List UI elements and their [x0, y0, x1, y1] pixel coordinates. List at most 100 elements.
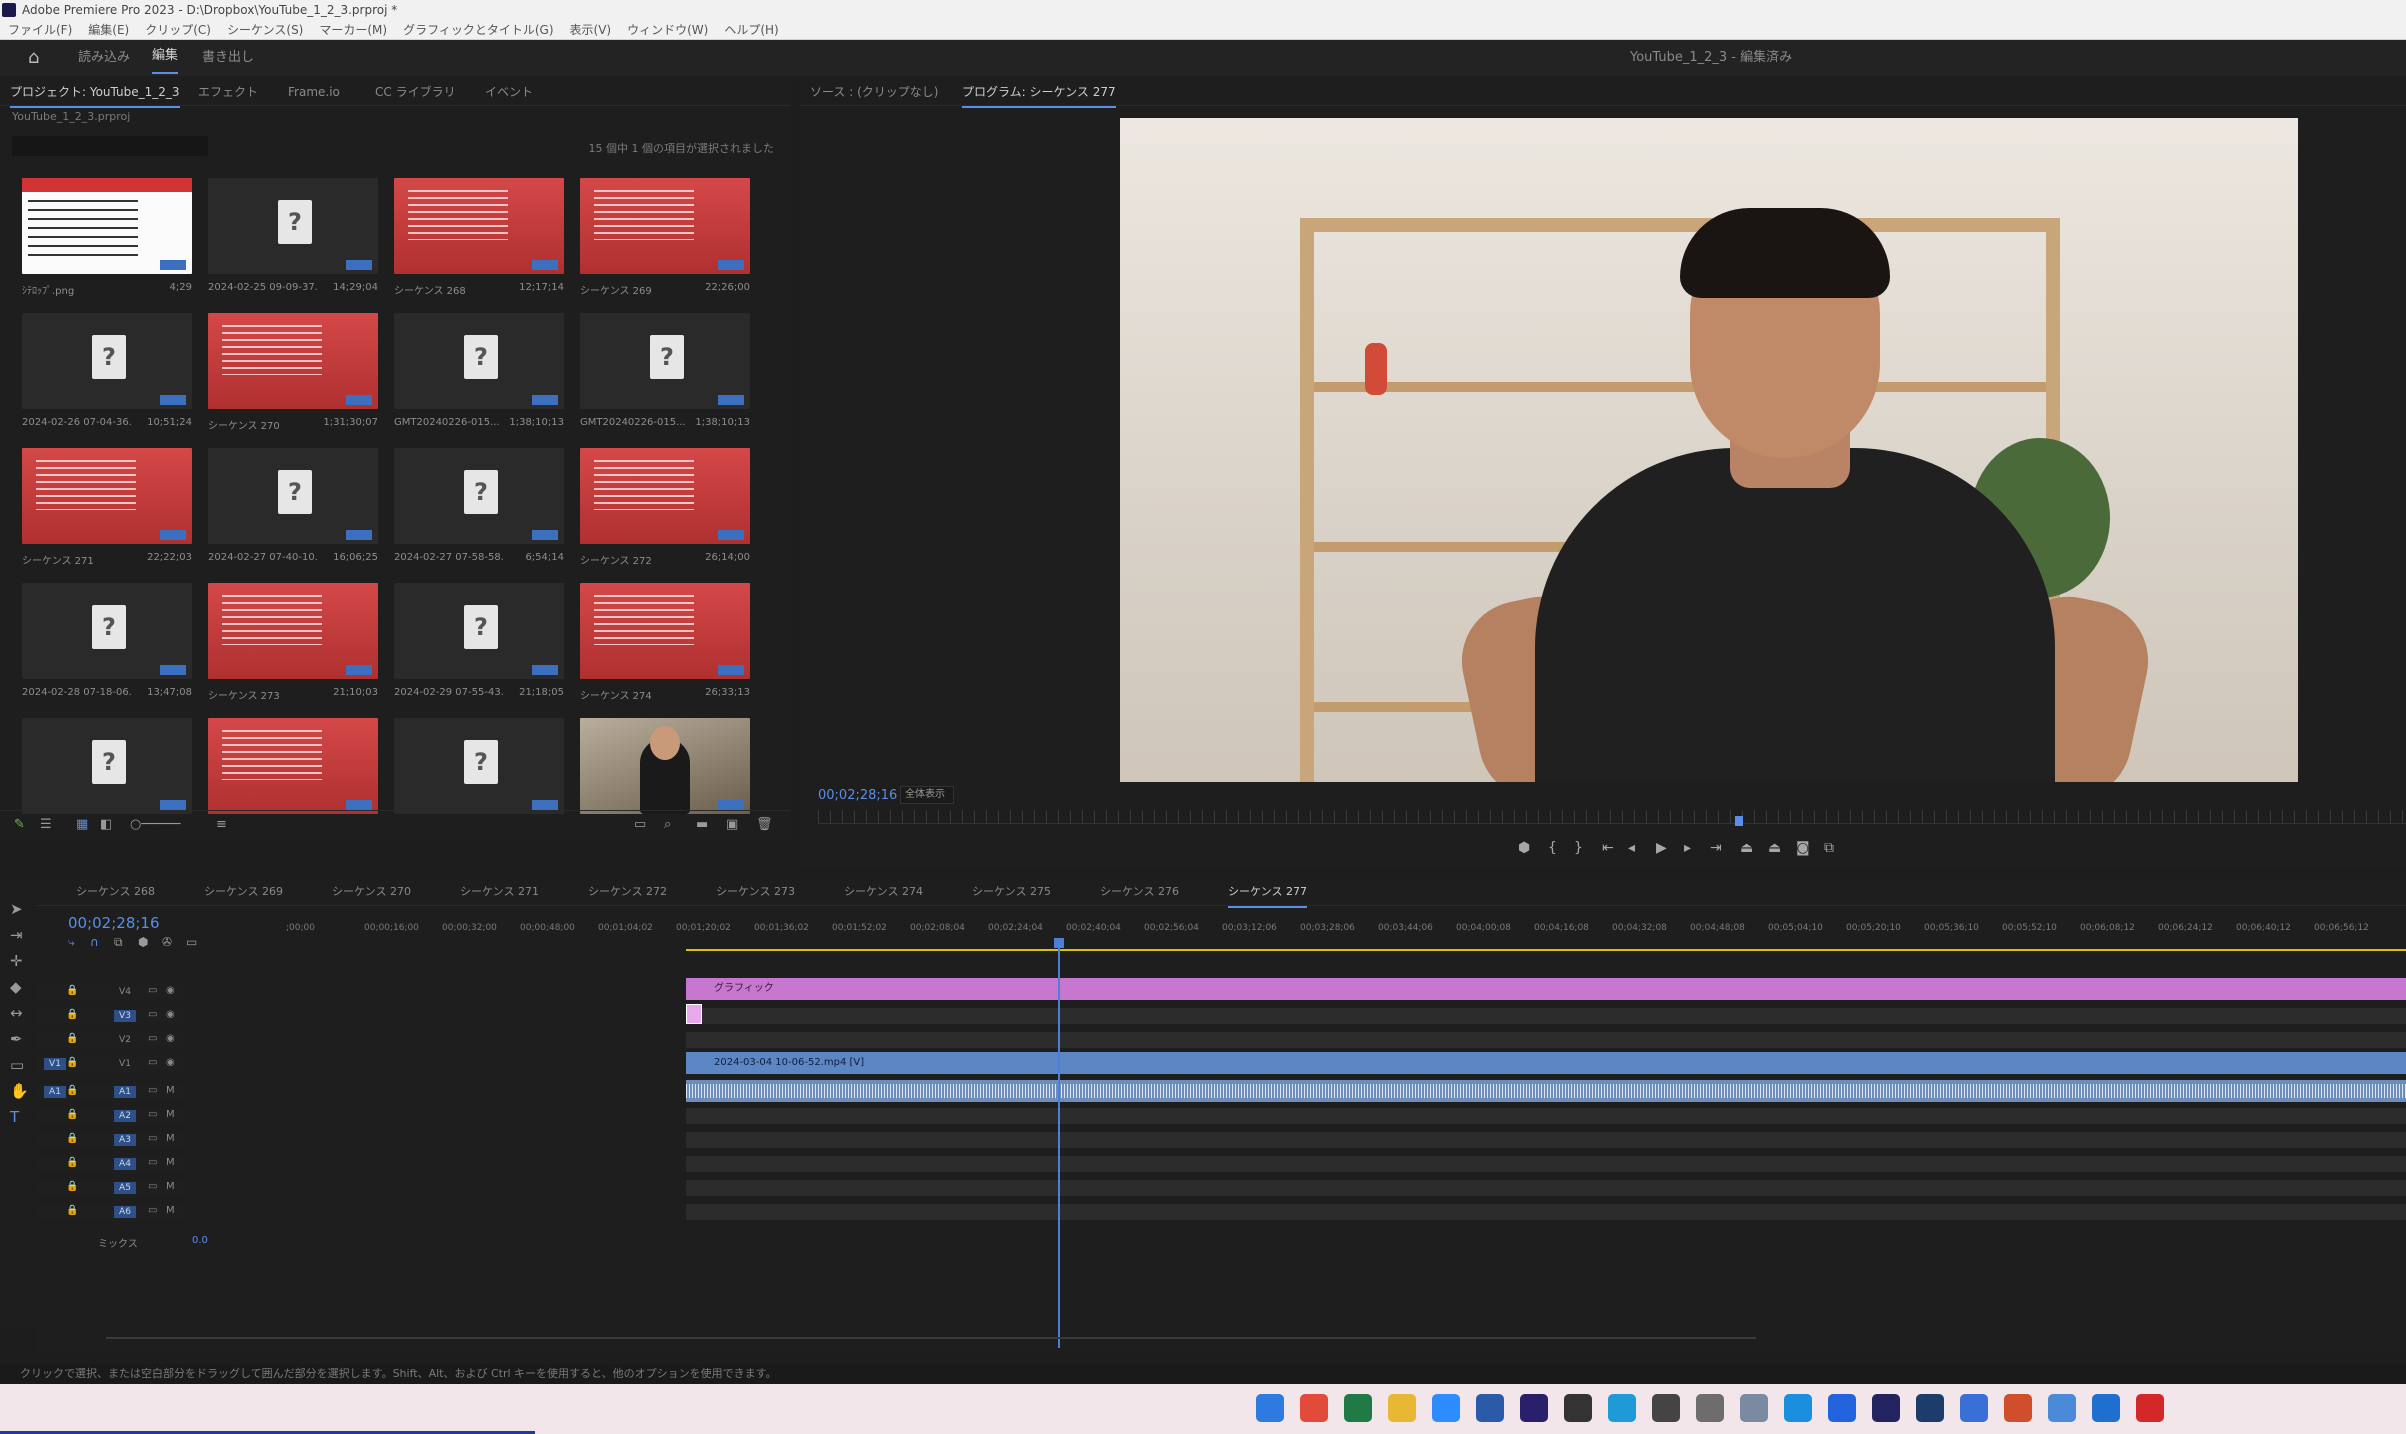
lock-icon[interactable]: 🔒: [66, 1205, 78, 1216]
marker-icon[interactable]: ⬢: [1518, 836, 1530, 860]
mute-icon[interactable]: M: [166, 1205, 175, 1216]
snap-icon[interactable]: ∩: [90, 935, 99, 949]
menu-item-0[interactable]: ファイル(F): [0, 20, 80, 40]
project-item[interactable]: シーケンス 271 22;22;03: [14, 448, 192, 578]
menu-item-4[interactable]: マーカー(M): [311, 20, 395, 40]
eye-icon[interactable]: ◉: [166, 1057, 175, 1068]
app-icon[interactable]: [1564, 1394, 1592, 1422]
track-label[interactable]: A2: [114, 1110, 136, 1122]
word-icon[interactable]: [1476, 1394, 1504, 1422]
insert-icon[interactable]: ⤷: [68, 935, 75, 950]
sync-lock-icon[interactable]: ▭: [148, 1057, 157, 1068]
compare-icon[interactable]: ⧉: [1824, 836, 1834, 860]
acrobat-icon[interactable]: [2136, 1394, 2164, 1422]
step-forward-icon[interactable]: ▸: [1684, 836, 1691, 860]
app2-icon[interactable]: [1740, 1394, 1768, 1422]
windows-start-icon[interactable]: [1256, 1394, 1284, 1422]
tab-program[interactable]: プログラム: シーケンス 277: [962, 78, 1116, 108]
icon-view-icon[interactable]: ▦: [76, 817, 88, 832]
lock-icon[interactable]: 🔒: [66, 1085, 78, 1096]
hand-icon[interactable]: ✋: [10, 1082, 29, 1100]
lock-icon[interactable]: 🔒: [66, 1157, 78, 1168]
mark-out-icon[interactable]: }: [1574, 836, 1583, 860]
track-label[interactable]: A1: [114, 1086, 136, 1098]
powerpoint-icon[interactable]: [2004, 1394, 2032, 1422]
timeline-scrollbar[interactable]: [36, 1332, 2406, 1344]
track-lane[interactable]: [686, 1008, 2406, 1024]
track-header[interactable]: 🔒 A2 ▭ M: [36, 1108, 184, 1124]
menu-item-3[interactable]: シーケンス(S): [219, 20, 311, 40]
add-marker-icon[interactable]: ⬢: [138, 935, 148, 949]
graphic-clip[interactable]: グラフィック: [686, 978, 2406, 1000]
ripple-edit-icon[interactable]: ✛: [10, 952, 23, 970]
track-label[interactable]: V4: [114, 986, 136, 998]
graphic-clip-small[interactable]: [686, 1004, 702, 1024]
mute-icon[interactable]: M: [166, 1157, 175, 1168]
track-header[interactable]: V1 🔒 V1 ▭ ◉: [36, 1056, 184, 1072]
track-label[interactable]: V2: [114, 1034, 136, 1046]
home-icon[interactable]: ⌂: [28, 48, 48, 68]
lock-icon[interactable]: 🔒: [66, 1009, 78, 1020]
premiere-icon[interactable]: [1520, 1394, 1548, 1422]
project-item[interactable]: ? 2024-02-27 07-40-10... 16;06;25: [200, 448, 378, 578]
workspace-tab-import[interactable]: 読み込み: [78, 40, 130, 76]
list-view-icon[interactable]: ☰: [40, 817, 52, 832]
track-header[interactable]: 🔒 V4 ▭ ◉: [36, 984, 184, 1000]
project-item[interactable]: ? GMT20240226-015... 1;38;10;13: [386, 313, 564, 443]
new-item-icon[interactable]: ▣: [726, 817, 738, 832]
edge-icon[interactable]: [1608, 1394, 1636, 1422]
sequence-tab[interactable]: シーケンス 274: [844, 878, 923, 906]
sync-lock-icon[interactable]: ▭: [148, 1033, 157, 1044]
timeline-timecode[interactable]: 00;02;28;16: [68, 914, 160, 932]
mute-icon[interactable]: M: [166, 1085, 175, 1096]
lock-icon[interactable]: 🔒: [66, 1109, 78, 1120]
fit-dropdown[interactable]: 全体表示: [900, 786, 954, 804]
project-item[interactable]: ? GMT20240226-015... 1;38;10;13: [572, 313, 750, 443]
go-to-in-icon[interactable]: ⇤: [1602, 836, 1614, 860]
photoshop-icon[interactable]: [1916, 1394, 1944, 1422]
pen-icon[interactable]: ✒: [10, 1030, 23, 1048]
sync-lock-icon[interactable]: ▭: [148, 1205, 157, 1216]
sync-lock-icon[interactable]: ▭: [148, 985, 157, 996]
project-item[interactable]: ? 2024-02-28 07-18-06... 13;47;08: [14, 583, 192, 713]
lock-icon[interactable]: 🔒: [66, 985, 78, 996]
excel-icon[interactable]: [1344, 1394, 1372, 1422]
sync-lock-icon[interactable]: ▭: [148, 1109, 157, 1120]
slip-icon[interactable]: ↔: [10, 1004, 23, 1022]
new-bin-icon[interactable]: ▬: [696, 817, 708, 832]
mute-icon[interactable]: M: [166, 1133, 175, 1144]
source-patch[interactable]: V1: [44, 1058, 66, 1070]
captions-icon[interactable]: ▭: [186, 935, 197, 949]
track-header[interactable]: A1 🔒 A1 ▭ M: [36, 1084, 184, 1100]
sequence-tab[interactable]: シーケンス 270: [332, 878, 411, 906]
freeform-view-icon[interactable]: ◧: [100, 817, 112, 832]
track-lane[interactable]: [686, 1156, 2406, 1172]
zoom-icon[interactable]: [1432, 1394, 1460, 1422]
track-header[interactable]: 🔒 A6 ▭ M: [36, 1204, 184, 1220]
mute-icon[interactable]: M: [166, 1109, 175, 1120]
project-search-input[interactable]: [12, 136, 208, 156]
step-back-icon[interactable]: ◂: [1628, 836, 1635, 860]
timeline-ruler[interactable]: ;00;00 00;00;16;00 00;00;32;00 00;00;48;00 0…: [286, 923, 2406, 939]
work-area-bar[interactable]: [686, 949, 2406, 951]
app3-icon[interactable]: [1960, 1394, 1988, 1422]
pencil-icon[interactable]: ✎: [14, 817, 25, 832]
track-label[interactable]: A6: [114, 1206, 136, 1218]
lock-icon[interactable]: 🔒: [66, 1133, 78, 1144]
tab-source[interactable]: ソース : (クリップなし): [810, 78, 938, 106]
program-playhead[interactable]: [1735, 816, 1743, 826]
track-lane[interactable]: [686, 1204, 2406, 1220]
notion-icon[interactable]: [1652, 1394, 1680, 1422]
project-item[interactable]: ? 2024-02-27 07-58-58... 6;54;14: [386, 448, 564, 578]
track-label[interactable]: V3: [114, 1010, 136, 1022]
sequence-tab[interactable]: シーケンス 277: [1228, 878, 1307, 908]
track-select-icon[interactable]: ⇥: [10, 926, 23, 944]
sync-lock-icon[interactable]: ▭: [148, 1009, 157, 1020]
extract-icon[interactable]: ⏏: [1768, 836, 1781, 860]
sequence-tab[interactable]: シーケンス 275: [972, 878, 1051, 906]
timeline-playhead[interactable]: [1058, 938, 1060, 1348]
project-item[interactable]: ? 2024-02-26 07-04-36... 10;51;24: [14, 313, 192, 443]
skype-icon[interactable]: [1784, 1394, 1812, 1422]
rectangle-icon[interactable]: ▭: [10, 1056, 24, 1074]
zoom-slider[interactable]: ○─────: [130, 817, 180, 832]
